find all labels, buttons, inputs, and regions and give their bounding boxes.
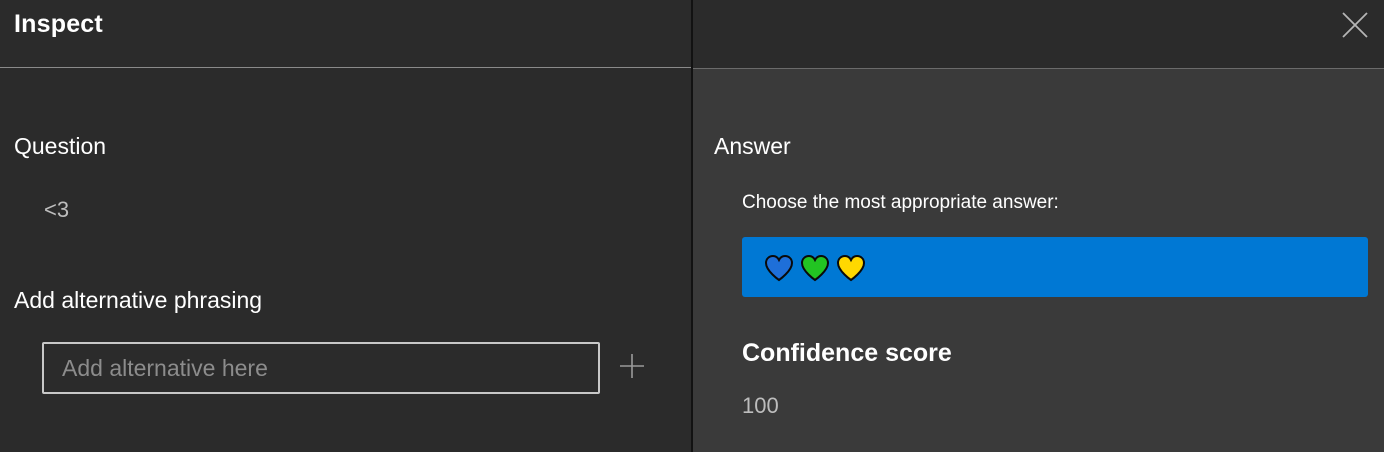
yellow-heart-icon — [836, 254, 866, 282]
answer-label: Answer — [714, 133, 791, 159]
answer-option-content — [764, 253, 866, 283]
inspect-dialog: Inspect Question <3 Add alternative phra… — [0, 0, 1384, 452]
alternative-phrasing-label: Add alternative phrasing — [14, 287, 263, 313]
answer-panel: Answer Choose the most appropriate answe… — [693, 0, 1384, 452]
close-icon — [1342, 12, 1368, 38]
plus-icon — [620, 354, 644, 378]
answer-instruction: Choose the most appropriate answer: — [742, 192, 1059, 213]
question-panel: Inspect Question <3 Add alternative phra… — [0, 0, 691, 452]
confidence-score-label: Confidence score — [742, 339, 952, 367]
answer-panel-header — [693, 0, 1384, 69]
dialog-header: Inspect — [0, 0, 691, 68]
question-text: <3 — [44, 197, 70, 222]
confidence-score-value: 100 — [742, 393, 779, 418]
add-alternative-button[interactable] — [618, 352, 646, 380]
alternative-phrasing-input[interactable] — [42, 342, 600, 394]
close-button[interactable] — [1340, 10, 1370, 40]
dialog-title: Inspect — [14, 10, 103, 38]
answer-option[interactable] — [742, 237, 1368, 297]
question-label: Question — [14, 133, 107, 159]
blue-heart-icon — [764, 254, 794, 282]
green-heart-icon — [800, 254, 830, 282]
